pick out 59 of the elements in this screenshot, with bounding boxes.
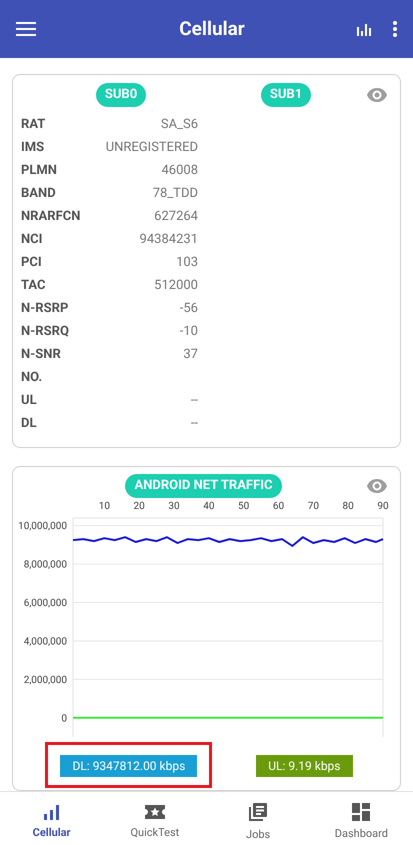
- y-axis-label: 10,000,000: [18, 521, 67, 532]
- x-axis-label: 60: [272, 501, 284, 512]
- field-label: PCI: [21, 254, 42, 272]
- nav-tab[interactable]: Dashboard: [310, 798, 413, 842]
- app-title: Cellular: [179, 16, 245, 42]
- field-value: 37: [183, 346, 198, 364]
- x-axis-label: 70: [308, 501, 319, 512]
- signal-bars-icon: [42, 804, 61, 820]
- eye-icon[interactable]: [366, 478, 388, 494]
- field-value: UNREGISTERED: [106, 138, 198, 157]
- x-axis-label: 30: [168, 501, 180, 512]
- field-value: -56: [180, 300, 198, 318]
- field-value: --: [190, 414, 198, 433]
- field-label: BAND: [21, 184, 56, 203]
- field-label: NO.: [21, 368, 42, 387]
- x-axis-label: 80: [342, 501, 354, 512]
- rate-badge: DL: 9347812.00 kbps: [60, 755, 198, 777]
- eye-icon[interactable]: [366, 87, 388, 103]
- nav-tab[interactable]: Jobs: [206, 798, 310, 844]
- field-value: 512000: [154, 276, 198, 295]
- ticket-star-icon: [144, 804, 166, 820]
- x-axis-label: 40: [203, 501, 214, 512]
- rate-badge: UL: 9.19 kbps: [256, 755, 352, 777]
- field-label: RAT: [21, 116, 46, 134]
- traffic-title: ANDROID NET TRAFFIC: [125, 474, 282, 498]
- field-label: NCI: [21, 230, 42, 249]
- y-axis-label: 6,000,000: [24, 598, 67, 610]
- field-label: N-RSRQ: [21, 322, 69, 341]
- field-value: 94384231: [140, 230, 198, 249]
- field-label: N-RSRP: [21, 300, 68, 318]
- field-label: NRARFCN: [21, 208, 80, 226]
- field-label: N-SNR: [21, 346, 61, 364]
- x-axis-label: 90: [377, 501, 389, 512]
- stacked-documents-icon: [248, 802, 268, 822]
- nav-tab[interactable]: QuickTest: [103, 800, 206, 842]
- field-label: DL: [21, 414, 36, 433]
- field-value: --: [190, 392, 198, 410]
- dashboard-icon: [352, 802, 370, 821]
- y-axis-label: 8,000,000: [24, 560, 67, 571]
- more-options-icon[interactable]: [393, 21, 397, 37]
- field-value: 103: [176, 254, 198, 272]
- field-label: UL: [21, 392, 37, 410]
- field-value: 627264: [154, 208, 198, 226]
- y-axis-label: 0: [61, 713, 67, 724]
- field-value: 78_TDD: [152, 184, 198, 203]
- nav-tab[interactable]: Cellular: [0, 800, 104, 842]
- x-axis-label: 50: [238, 501, 250, 512]
- y-axis-label: 4,000,000: [24, 636, 67, 648]
- field-label: PLMN: [21, 162, 57, 180]
- menu-icon[interactable]: [16, 22, 36, 36]
- field-value: 46008: [161, 162, 198, 180]
- field-label: IMS: [21, 138, 44, 157]
- field-value: SA_S6: [160, 116, 198, 134]
- field-value: -10: [180, 322, 198, 341]
- y-axis-label: 2,000,000: [24, 674, 67, 686]
- bar-chart-icon[interactable]: [356, 22, 373, 36]
- x-axis-label: 10: [98, 501, 110, 512]
- field-label: TAC: [21, 276, 46, 295]
- x-axis-label: 20: [134, 501, 145, 512]
